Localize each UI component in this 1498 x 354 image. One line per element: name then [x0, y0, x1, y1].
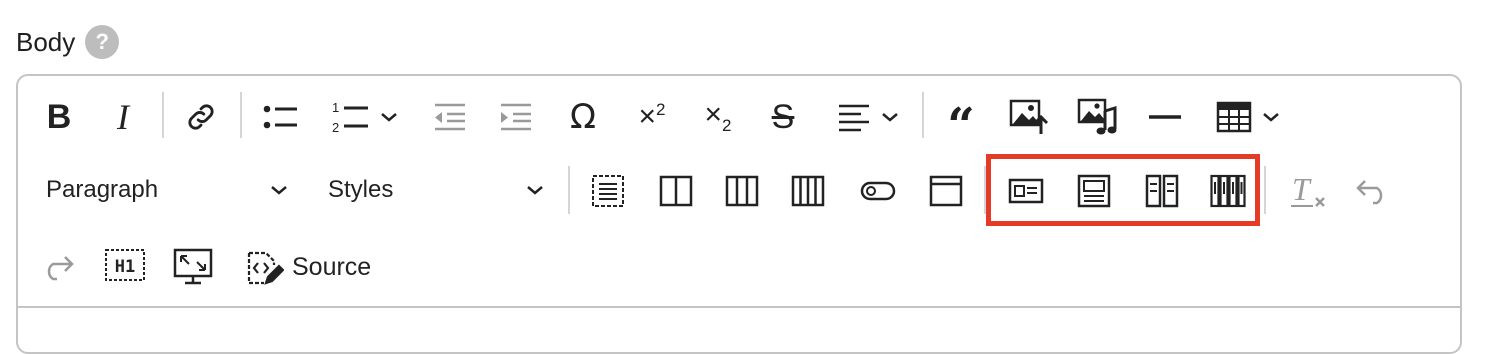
two-cards-button[interactable]	[1138, 168, 1186, 214]
numbered-list-icon: 1 2	[332, 100, 368, 135]
toggle-button[interactable]	[854, 168, 902, 214]
svg-text:2: 2	[332, 120, 339, 135]
subscript-button[interactable]: ×2	[690, 94, 746, 140]
horizontal-line-icon	[1149, 115, 1181, 119]
chevron-down-icon	[527, 186, 543, 195]
field-label: Body ?	[16, 22, 120, 62]
text-alignment-dropdown[interactable]	[826, 94, 910, 140]
italic-button[interactable]: I	[100, 94, 146, 140]
bulleted-list-button[interactable]	[254, 94, 308, 140]
chevron-down-icon	[271, 186, 287, 195]
insert-image-icon	[1009, 99, 1049, 134]
horizontal-line-button[interactable]	[1140, 94, 1190, 140]
insert-image-button[interactable]	[1002, 94, 1056, 140]
undo-icon	[1356, 180, 1383, 205]
strikethrough-icon: S	[771, 97, 795, 136]
field-label-text: Body	[16, 26, 76, 57]
redo-button[interactable]	[32, 244, 82, 290]
toolbar-separator	[984, 166, 986, 214]
indent-button[interactable]	[488, 94, 542, 140]
undo-button[interactable]	[1348, 168, 1398, 214]
insert-table-dropdown[interactable]	[1206, 94, 1290, 140]
chevron-down-icon	[381, 113, 397, 122]
toolbar-separator	[922, 92, 924, 138]
styles-dropdown[interactable]: Styles	[328, 168, 546, 212]
chevron-down-icon	[1263, 113, 1279, 122]
strikethrough-button[interactable]: S	[758, 94, 808, 140]
heading-dropdown-value: Paragraph	[46, 176, 159, 203]
bulleted-list-icon	[263, 105, 297, 129]
media-text-block-button[interactable]	[1002, 168, 1050, 214]
three-columns-button[interactable]	[718, 168, 766, 214]
superscript-icon: ×2	[638, 100, 666, 133]
bold-icon: B	[46, 97, 72, 136]
two-columns-button[interactable]	[652, 168, 700, 214]
heading-dropdown[interactable]: Paragraph	[46, 168, 290, 212]
bold-button[interactable]: B	[36, 94, 82, 140]
media-text-block-icon	[1008, 178, 1044, 204]
subscript-icon: ×2	[704, 98, 732, 135]
three-columns-icon	[725, 175, 759, 207]
italic-icon: I	[117, 97, 129, 137]
four-columns-icon	[791, 175, 825, 207]
link-icon	[188, 104, 214, 130]
heading-one-icon: H1	[105, 249, 145, 281]
remove-format-button[interactable]: T	[1280, 168, 1336, 214]
chevron-down-icon	[882, 113, 898, 122]
source-button-label: Source	[292, 252, 372, 281]
numbered-list-dropdown[interactable]: 1 2	[324, 94, 404, 140]
editor-content-area[interactable]	[18, 308, 1460, 352]
monitor-icon	[173, 248, 213, 285]
toolbar-separator	[240, 92, 242, 138]
svg-text:1: 1	[332, 100, 339, 115]
outdent-icon	[435, 103, 465, 131]
toggle-icon	[860, 181, 896, 201]
source-button[interactable]: Source	[244, 244, 384, 290]
styles-dropdown-value: Styles	[328, 176, 394, 203]
remove-format-icon: T	[1291, 172, 1325, 207]
hero-block-button[interactable]	[1070, 168, 1118, 214]
two-cards-icon	[1145, 174, 1179, 208]
insert-media-button[interactable]	[1070, 94, 1124, 140]
rich-text-editor: B I 1 2 Ω ×2 ×2 S “ Paragraph Styles T H…	[16, 74, 1462, 354]
four-columns-button[interactable]	[784, 168, 832, 214]
four-cards-icon	[1210, 174, 1246, 208]
card-icon	[929, 175, 963, 207]
superscript-button[interactable]: ×2	[624, 94, 680, 140]
indent-icon	[501, 103, 531, 131]
card-button[interactable]	[922, 168, 970, 214]
source-code-icon	[247, 251, 284, 285]
preview-button[interactable]	[168, 244, 218, 290]
div-container-icon	[592, 175, 624, 207]
svg-text:T: T	[1292, 172, 1312, 207]
insert-table-icon	[1216, 101, 1252, 133]
block-quote-icon: “	[947, 98, 975, 154]
text-alignment-icon	[839, 104, 869, 132]
help-icon[interactable]: ?	[85, 25, 120, 59]
link-button[interactable]	[178, 94, 224, 140]
div-container-button[interactable]	[584, 168, 632, 214]
toolbar-separator	[568, 166, 570, 214]
svg-text:H1: H1	[115, 257, 135, 277]
special-characters-button[interactable]: Ω	[558, 94, 608, 140]
toolbar-separator	[162, 92, 164, 138]
four-cards-button[interactable]	[1204, 168, 1252, 214]
block-quote-button[interactable]: “	[936, 94, 986, 150]
hero-block-icon	[1077, 174, 1111, 208]
outdent-button[interactable]	[422, 94, 476, 140]
redo-icon	[47, 256, 74, 281]
two-columns-icon	[659, 175, 693, 207]
insert-media-icon	[1077, 98, 1117, 135]
special-characters-icon: Ω	[570, 97, 596, 137]
toolbar-separator	[1264, 166, 1266, 214]
heading-one-button[interactable]: H1	[100, 244, 150, 290]
